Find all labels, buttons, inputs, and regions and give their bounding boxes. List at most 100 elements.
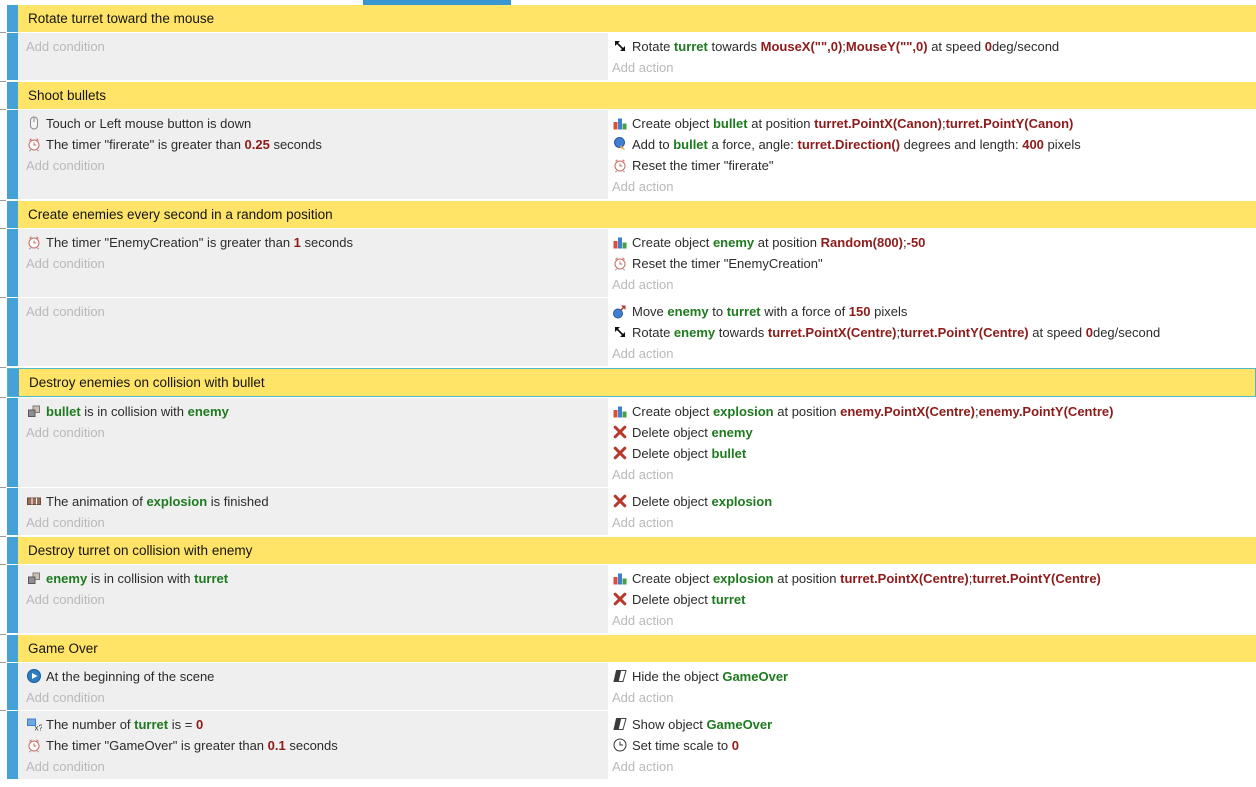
event-gutter — [0, 33, 7, 80]
add-action-placeholder[interactable]: Add action — [612, 57, 1256, 78]
text-segment: at speed — [1029, 325, 1086, 340]
add-condition-placeholder[interactable]: Add condition — [26, 36, 608, 57]
delete-object-icon — [612, 445, 628, 461]
event-group-header[interactable]: Destroy turret on collision with enemy — [18, 537, 1256, 564]
action-line[interactable]: Add to bullet a force, angle: turret.Dir… — [612, 134, 1256, 155]
add-action-placeholder[interactable]: Add action — [612, 176, 1256, 197]
event-gutter — [0, 537, 7, 564]
delete-object-icon — [612, 493, 628, 509]
event-handle-tick — [0, 634, 6, 635]
condition-line[interactable]: Touch or Left mouse button is down — [26, 113, 608, 134]
action-line[interactable]: Delete object explosion — [612, 491, 1256, 512]
event-handle-tick — [0, 564, 6, 565]
event-handle-tick — [0, 710, 6, 711]
add-condition-placeholder[interactable]: Add condition — [26, 589, 608, 610]
add-action-placeholder[interactable]: Add action — [612, 512, 1256, 533]
event-side-bar[interactable] — [7, 663, 18, 710]
action-line[interactable]: Move enemy to turret with a force of 150… — [612, 301, 1256, 322]
text-segment: Hide the object — [632, 669, 722, 684]
event-side-bar[interactable] — [7, 488, 18, 535]
event-side-bar[interactable] — [7, 398, 18, 487]
delete-object-icon — [612, 424, 628, 440]
condition-line[interactable]: The animation of explosion is finished — [26, 491, 608, 512]
visibility-icon — [612, 668, 628, 684]
event-side-bar[interactable] — [7, 33, 18, 80]
conditions-cell: Touch or Left mouse button is downThe ti… — [18, 110, 610, 199]
condition-line[interactable]: x?The number of turret is = 0 — [26, 714, 608, 735]
action-line[interactable]: Rotate turret towards MouseX("",0);Mouse… — [612, 36, 1256, 57]
text-segment: turret — [194, 571, 228, 586]
event-side-bar[interactable] — [7, 201, 18, 228]
event-group-header[interactable]: Rotate turret toward the mouse — [18, 5, 1256, 32]
add-condition-placeholder[interactable]: Add condition — [26, 253, 608, 274]
add-condition-placeholder[interactable]: Add condition — [26, 155, 608, 176]
event-side-bar[interactable] — [7, 110, 18, 199]
event-side-bar[interactable] — [7, 635, 18, 662]
event-group-header[interactable]: Shoot bullets — [18, 82, 1256, 109]
condition-line[interactable]: The timer "firerate" is greater than 0.2… — [26, 134, 608, 155]
event-side-bar[interactable] — [8, 369, 19, 396]
animation-icon — [26, 493, 42, 509]
event-handle-tick — [0, 662, 6, 663]
text-segment: turret — [727, 304, 761, 319]
action-line[interactable]: Create object enemy at position Random(8… — [612, 232, 1256, 253]
event-group-header[interactable]: Create enemies every second in a random … — [18, 201, 1256, 228]
action-line[interactable]: Create object bullet at position turret.… — [612, 113, 1256, 134]
condition-line[interactable]: The timer "GameOver" is greater than 0.1… — [26, 735, 608, 756]
action-line[interactable]: Delete object bullet — [612, 443, 1256, 464]
event-gutter — [0, 82, 7, 109]
text-segment: The number of — [46, 717, 134, 732]
action-line[interactable]: Reset the timer "firerate" — [612, 155, 1256, 176]
add-condition-placeholder[interactable]: Add condition — [26, 687, 608, 708]
event-group: Create enemies every second in a random … — [0, 201, 1256, 228]
text-segment: explosion — [713, 404, 774, 419]
event-group-header[interactable]: Destroy enemies on collision with bullet — [19, 369, 1255, 396]
event-side-bar[interactable] — [7, 565, 18, 633]
add-action-placeholder[interactable]: Add action — [612, 687, 1256, 708]
event-side-bar[interactable] — [7, 298, 18, 366]
condition-line[interactable]: At the beginning of the scene — [26, 666, 608, 687]
action-line[interactable]: Rotate enemy towards turret.PointX(Centr… — [612, 322, 1256, 343]
event-handle-tick — [0, 228, 6, 229]
text-segment: enemy — [713, 235, 754, 250]
action-line[interactable]: Create object explosion at position enem… — [612, 401, 1256, 422]
text-segment: deg/second — [1093, 325, 1160, 340]
action-line[interactable]: Create object explosion at position turr… — [612, 568, 1256, 589]
add-action-placeholder[interactable]: Add action — [612, 756, 1256, 777]
text-segment: MouseX("",0) — [761, 39, 843, 54]
add-action-placeholder[interactable]: Add action — [612, 464, 1256, 485]
event-group-header[interactable]: Game Over — [18, 635, 1256, 662]
add-condition-placeholder[interactable]: Add condition — [26, 422, 608, 443]
action-line[interactable]: Set time scale to 0 — [612, 735, 1256, 756]
text-segment: Add to — [632, 137, 673, 152]
condition-line[interactable]: bullet is in collision with enemy — [26, 401, 608, 422]
action-line[interactable]: Delete object enemy — [612, 422, 1256, 443]
event-row: Add conditionRotate turret towards Mouse… — [0, 33, 1256, 80]
event-side-bar[interactable] — [7, 537, 18, 564]
add-condition-placeholder[interactable]: Add condition — [26, 512, 608, 533]
text-segment: bullet — [713, 116, 748, 131]
timer-icon — [26, 737, 42, 753]
add-condition-placeholder[interactable]: Add condition — [26, 756, 608, 777]
event-side-bar[interactable] — [7, 5, 18, 32]
event-side-bar[interactable] — [7, 711, 18, 779]
scroll-indicator[interactable] — [363, 0, 511, 5]
object-count-icon: x? — [26, 716, 42, 732]
event-gutter — [0, 565, 7, 633]
add-action-placeholder[interactable]: Add action — [612, 610, 1256, 631]
event-handle-tick — [0, 109, 6, 110]
action-line[interactable]: Show object GameOver — [612, 714, 1256, 735]
event-side-bar[interactable] — [7, 82, 18, 109]
conditions-cell: The animation of explosion is finishedAd… — [18, 488, 610, 535]
action-line[interactable]: Hide the object GameOver — [612, 666, 1256, 687]
event-side-bar[interactable] — [7, 229, 18, 297]
add-action-placeholder[interactable]: Add action — [612, 343, 1256, 364]
event-gutter — [0, 711, 7, 779]
condition-line[interactable]: enemy is in collision with turret — [26, 568, 608, 589]
add-action-placeholder[interactable]: Add action — [612, 274, 1256, 295]
action-line[interactable]: Reset the timer "EnemyCreation" — [612, 253, 1256, 274]
action-line[interactable]: Delete object turret — [612, 589, 1256, 610]
event-gutter — [0, 635, 7, 662]
condition-line[interactable]: The timer "EnemyCreation" is greater tha… — [26, 232, 608, 253]
add-condition-placeholder[interactable]: Add condition — [26, 301, 608, 322]
